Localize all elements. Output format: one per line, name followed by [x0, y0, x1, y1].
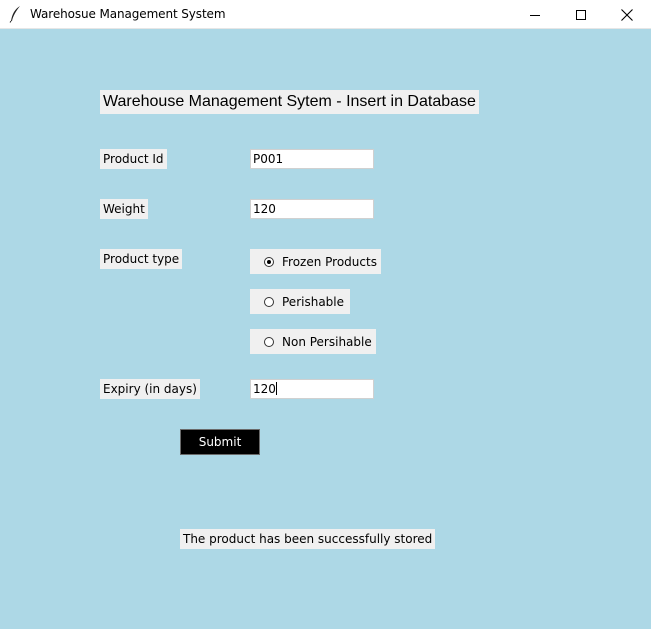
form-heading: Warehouse Management Sytem - Insert in D… — [100, 90, 479, 114]
close-button[interactable] — [604, 0, 650, 29]
radio-label: Frozen Products — [282, 254, 377, 269]
weight-label: Weight — [100, 199, 148, 219]
title-bar: Warehosue Management System — [0, 0, 651, 29]
form-panel: Warehouse Management Sytem - Insert in D… — [0, 29, 651, 629]
expiry-label: Expiry (in days) — [100, 379, 200, 399]
submit-button[interactable]: Submit — [180, 429, 260, 455]
radio-frozen-products[interactable]: Frozen Products — [250, 249, 381, 274]
product-id-input[interactable]: P001 — [250, 149, 374, 169]
radio-label: Non Persihable — [282, 334, 372, 349]
minimize-button[interactable] — [512, 0, 558, 29]
minimize-icon — [530, 10, 540, 20]
weight-input[interactable]: 120 — [250, 199, 374, 219]
radio-selected-icon — [264, 256, 274, 267]
expiry-input[interactable]: 120 — [250, 379, 374, 399]
close-icon — [621, 8, 633, 21]
feather-icon — [9, 5, 23, 23]
product-id-label: Product Id — [100, 149, 167, 169]
text-caret — [275, 382, 277, 395]
product-type-label: Product type — [100, 249, 183, 269]
radio-non-perishable[interactable]: Non Persihable — [250, 329, 376, 354]
radio-perishable[interactable]: Perishable — [250, 289, 350, 314]
status-message: The product has been successfully stored — [180, 529, 436, 549]
radio-unselected-icon — [264, 336, 274, 347]
maximize-button[interactable] — [558, 0, 604, 29]
maximize-icon — [576, 9, 586, 20]
radio-unselected-icon — [264, 296, 274, 307]
radio-label: Perishable — [282, 294, 345, 309]
window-title: Warehosue Management System — [30, 7, 226, 21]
expiry-value: 120 — [253, 382, 276, 396]
